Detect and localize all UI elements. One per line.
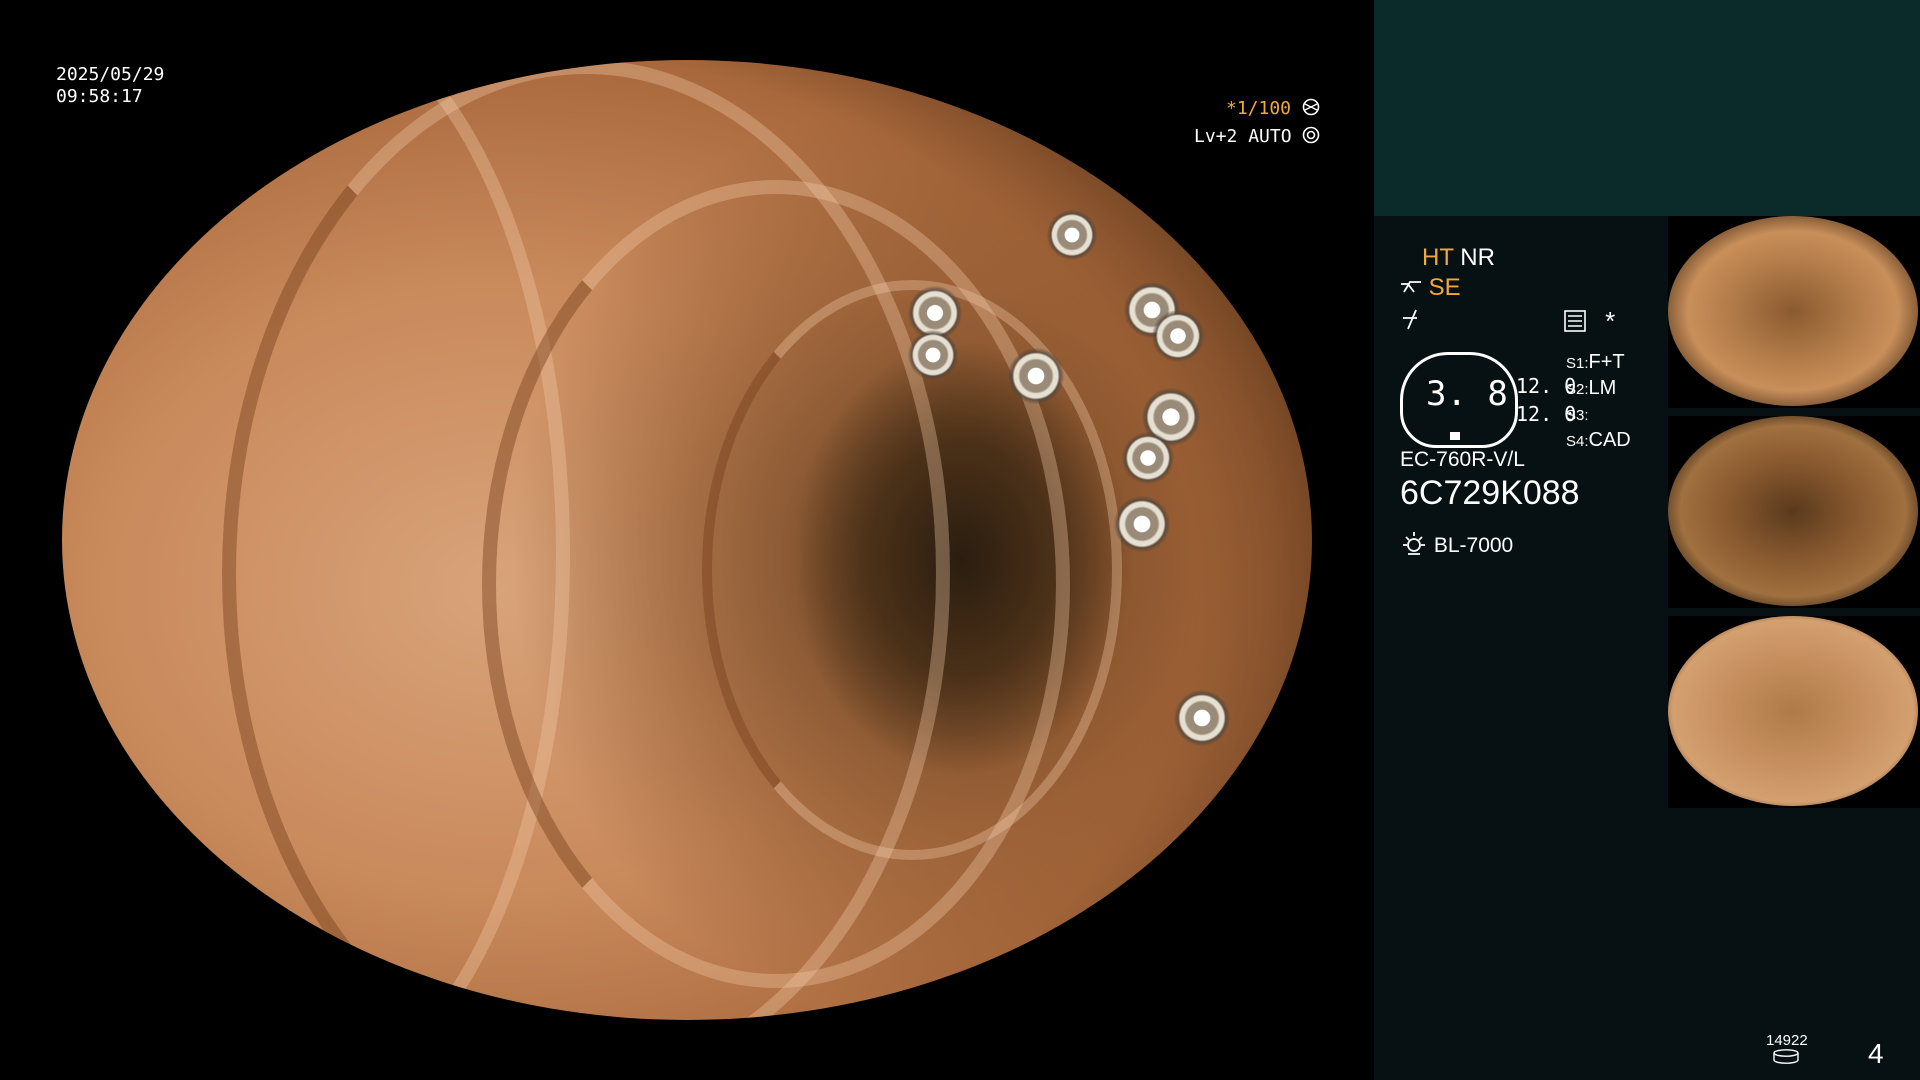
scope-serial: 6C729K088 [1400, 474, 1580, 512]
ht-label: HT [1422, 244, 1454, 271]
auto-iris-icon [1303, 126, 1320, 144]
bubble [908, 330, 958, 380]
level-text: Lv+2 [1194, 126, 1238, 147]
time-text: 09:58:17 [56, 86, 143, 107]
counter-text: 14922 [1766, 1032, 1808, 1049]
settings-row: * [1564, 306, 1615, 339]
se-row: SE [1400, 274, 1461, 302]
nr-label: NR [1460, 244, 1495, 271]
info-panel-header [1374, 0, 1920, 216]
asterisk-label: * [1605, 306, 1616, 336]
bubble [1008, 348, 1064, 404]
scope-model: EC-760R-V/L [1400, 448, 1525, 471]
color-mode-icon [1403, 309, 1417, 330]
switch-s3: S3: [1566, 407, 1589, 424]
bubble [1047, 210, 1097, 260]
bubble [1174, 690, 1230, 746]
shutter-readout: *1/100 [1226, 98, 1320, 119]
capture-counter: 14922 [1766, 1032, 1808, 1069]
zoom-gauge-value: 3. 8 [1426, 374, 1508, 414]
page-number: 4 [1868, 1038, 1884, 1069]
settings-list-icon [1564, 310, 1586, 332]
auto-text: AUTO [1248, 126, 1292, 147]
switch-s1: S1:F+T [1566, 351, 1625, 373]
timestamp: 2025/05/29 09:58:17 [56, 64, 164, 108]
mode-row: HT NR [1422, 244, 1495, 272]
gauge-marker [1450, 432, 1460, 440]
bubble [1152, 310, 1204, 362]
thumbnail-2[interactable] [1668, 416, 1918, 606]
light-source-label: BL-7000 [1433, 534, 1514, 557]
color-mode-row [1402, 308, 1422, 334]
se-label: SE [1428, 274, 1461, 301]
structure-enhance-icon [1401, 281, 1421, 293]
endoscope-image [62, 60, 1312, 1020]
bubble [1082, 60, 1132, 110]
thumbnail-1[interactable] [1668, 216, 1918, 406]
light-source-row: BL-7000 [1400, 530, 1513, 558]
exposure-readout: Lv+2 AUTO [1194, 126, 1320, 147]
switch-s4: S4:CAD [1566, 429, 1631, 451]
shutter-text: *1/100 [1226, 98, 1292, 119]
thumbnail-3[interactable] [1668, 616, 1918, 806]
bubble [1122, 432, 1174, 484]
bubble [1114, 496, 1170, 552]
date-text: 2025/05/29 [56, 64, 165, 85]
switch-list: S1:F+T S2:LM S3: S4:CAD [1566, 350, 1631, 454]
lamp-icon [1403, 532, 1425, 555]
switch-s2: S2:LM [1566, 377, 1617, 399]
disk-icon [1773, 1049, 1799, 1064]
shutter-icon [1302, 98, 1320, 116]
